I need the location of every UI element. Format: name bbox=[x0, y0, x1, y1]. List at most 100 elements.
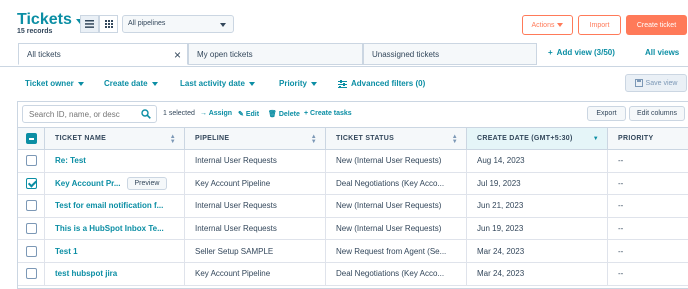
delete-label: Delete bbox=[278, 111, 300, 118]
ticket-name-cell: Key Account Pr... Preview bbox=[45, 172, 185, 195]
filter-priority[interactable]: Priority bbox=[279, 79, 318, 88]
priority-cell: -- bbox=[618, 156, 624, 166]
filter-create-date[interactable]: Create date bbox=[104, 79, 158, 88]
create-date-cell: Jul 19, 2023 bbox=[467, 172, 608, 195]
preview-button[interactable]: Preview bbox=[126, 176, 168, 190]
column-header-create-date[interactable]: CREATE DATE (GMT+5:30) ▼ bbox=[467, 128, 608, 149]
sort-icon: ▲ ▼ bbox=[169, 134, 176, 145]
row-checkbox[interactable] bbox=[25, 268, 37, 280]
ticket-name-link[interactable]: test hubspot jira bbox=[45, 262, 185, 285]
create-date-cell: Jun 21, 2023 bbox=[467, 195, 608, 217]
create-date-cell: Aug 14, 2023 bbox=[467, 150, 608, 172]
delete-button[interactable]: 🗑 Delete bbox=[268, 110, 300, 118]
row-checkbox[interactable] bbox=[25, 200, 37, 212]
pencil-icon: ✎ bbox=[238, 111, 244, 118]
column-header-ticket-status[interactable]: TICKET STATUS ▲ ▼ bbox=[326, 128, 467, 149]
ticket-name-link[interactable]: Re: Test bbox=[45, 150, 185, 172]
priority-cell: -- bbox=[618, 269, 624, 279]
board-view-button[interactable] bbox=[99, 15, 118, 33]
search-icon[interactable] bbox=[141, 109, 151, 119]
edit-button[interactable]: ✎ Edit bbox=[238, 110, 259, 118]
column-header-priority[interactable]: PRIORITY bbox=[608, 128, 688, 149]
ticket-name-link[interactable]: Test for email notification f... bbox=[45, 195, 185, 217]
status-cell: New Request from Agent (Se... bbox=[326, 240, 467, 262]
close-icon[interactable]: × bbox=[174, 48, 181, 62]
chevron-down-icon bbox=[77, 81, 84, 86]
plus-icon: + bbox=[548, 48, 553, 57]
pipeline-dropdown[interactable]: All pipelines bbox=[122, 15, 234, 33]
edit-label: Edit bbox=[245, 111, 260, 118]
save-view-button[interactable]: Save view bbox=[625, 74, 687, 92]
column-label: TICKET STATUS bbox=[336, 135, 395, 142]
save-icon bbox=[634, 79, 643, 87]
column-header-pipeline[interactable]: PIPELINE ▲ ▼ bbox=[185, 128, 326, 149]
edit-columns-button[interactable]: Edit columns bbox=[629, 106, 685, 121]
tickets-table: TICKET NAME ▲ ▼ PIPELINE ▲ ▼ TICKET STATUS… bbox=[18, 127, 688, 286]
plus-icon: + bbox=[304, 110, 309, 117]
priority-cell: -- bbox=[618, 178, 624, 188]
chevron-down-icon bbox=[311, 81, 318, 86]
row-checkbox[interactable] bbox=[25, 155, 37, 167]
status-cell: New (Internal User Requests) bbox=[326, 150, 467, 172]
status-cell: New (Internal User Requests) bbox=[326, 195, 467, 217]
list-view-button[interactable] bbox=[80, 15, 99, 33]
tab-my-open-tickets[interactable]: My open tickets bbox=[188, 43, 363, 65]
import-button-label: Import bbox=[589, 21, 610, 29]
chevron-down-icon bbox=[248, 81, 255, 86]
filter-ticket-owner[interactable]: Ticket owner bbox=[25, 79, 84, 88]
row-select-cell bbox=[18, 240, 45, 262]
row-checkbox[interactable] bbox=[25, 223, 37, 235]
pipeline-cell: Key Account Pipeline bbox=[185, 172, 326, 195]
column-label: CREATE DATE (GMT+5:30) bbox=[477, 135, 573, 142]
select-all-cell bbox=[18, 128, 45, 149]
ticket-name-link[interactable]: This is a HubSpot Inbox Te... bbox=[45, 217, 185, 240]
view-toggle bbox=[80, 15, 118, 33]
all-views-link[interactable]: All views bbox=[645, 48, 679, 57]
advanced-filters-button[interactable]: Advanced filters (0) bbox=[338, 79, 425, 88]
record-count: 15 records bbox=[17, 28, 53, 35]
sort-icon: ▲ ▼ bbox=[310, 134, 317, 145]
create-ticket-button[interactable]: Create ticket bbox=[626, 15, 687, 35]
assign-button[interactable]: → Assign bbox=[200, 110, 232, 117]
ticket-name-link[interactable]: Test 1 bbox=[45, 240, 185, 262]
pipeline-cell: Seller Setup SAMPLE bbox=[185, 240, 326, 262]
filter-label: Create date bbox=[104, 79, 148, 88]
actions-button-label: Actions bbox=[531, 21, 555, 29]
table-row: Key Account Pr... Preview Key Account Pi… bbox=[18, 172, 688, 196]
table-row: Test 1 Seller Setup SAMPLE New Request f… bbox=[18, 240, 688, 263]
tab-label: Unassigned tickets bbox=[372, 49, 440, 59]
save-view-label: Save view bbox=[645, 79, 678, 87]
table-row: This is a HubSpot Inbox Te... Internal U… bbox=[18, 217, 688, 241]
page-title-text: Tickets bbox=[17, 11, 72, 28]
select-all-checkbox[interactable] bbox=[25, 133, 37, 144]
row-checkbox[interactable] bbox=[25, 177, 37, 189]
export-button[interactable]: Export bbox=[587, 106, 626, 121]
create-date-cell: Mar 24, 2023 bbox=[467, 240, 608, 262]
chevron-down-icon bbox=[220, 23, 226, 27]
add-view-button[interactable]: + Add view (3/50) bbox=[548, 48, 615, 57]
page-title[interactable]: Tickets bbox=[17, 11, 84, 29]
ticket-name-link[interactable]: Key Account Pr... bbox=[55, 179, 121, 188]
tab-all-tickets[interactable]: All tickets × bbox=[18, 43, 188, 65]
column-label: TICKET NAME bbox=[55, 135, 107, 142]
actions-button[interactable]: Actions bbox=[522, 15, 573, 35]
filter-label: Priority bbox=[279, 79, 308, 88]
sort-icon: ▲ ▼ bbox=[451, 134, 458, 145]
filter-label: Ticket owner bbox=[25, 79, 74, 88]
table-row: test hubspot jira Key Account Pipeline D… bbox=[18, 262, 688, 286]
column-header-ticket-name[interactable]: TICKET NAME ▲ ▼ bbox=[45, 128, 185, 149]
tab-unassigned-tickets[interactable]: Unassigned tickets bbox=[363, 43, 537, 65]
pipeline-cell: Internal User Requests bbox=[185, 150, 326, 172]
row-checkbox[interactable] bbox=[25, 245, 37, 257]
create-tasks-button[interactable]: + Create tasks bbox=[304, 110, 352, 117]
column-label: PRIORITY bbox=[618, 135, 654, 142]
row-select-cell bbox=[18, 217, 45, 240]
search-input[interactable] bbox=[22, 105, 157, 123]
status-cell: Deal Negotiations (Key Acco... bbox=[326, 172, 467, 195]
import-button[interactable]: Import bbox=[578, 15, 621, 35]
trash-icon: 🗑 bbox=[268, 111, 277, 118]
filter-last-activity[interactable]: Last activity date bbox=[180, 79, 255, 88]
add-view-label: Add view (3/50) bbox=[556, 48, 615, 57]
table-header: TICKET NAME ▲ ▼ PIPELINE ▲ ▼ TICKET STATUS… bbox=[18, 127, 688, 150]
create-ticket-label: Create ticket bbox=[636, 21, 677, 29]
